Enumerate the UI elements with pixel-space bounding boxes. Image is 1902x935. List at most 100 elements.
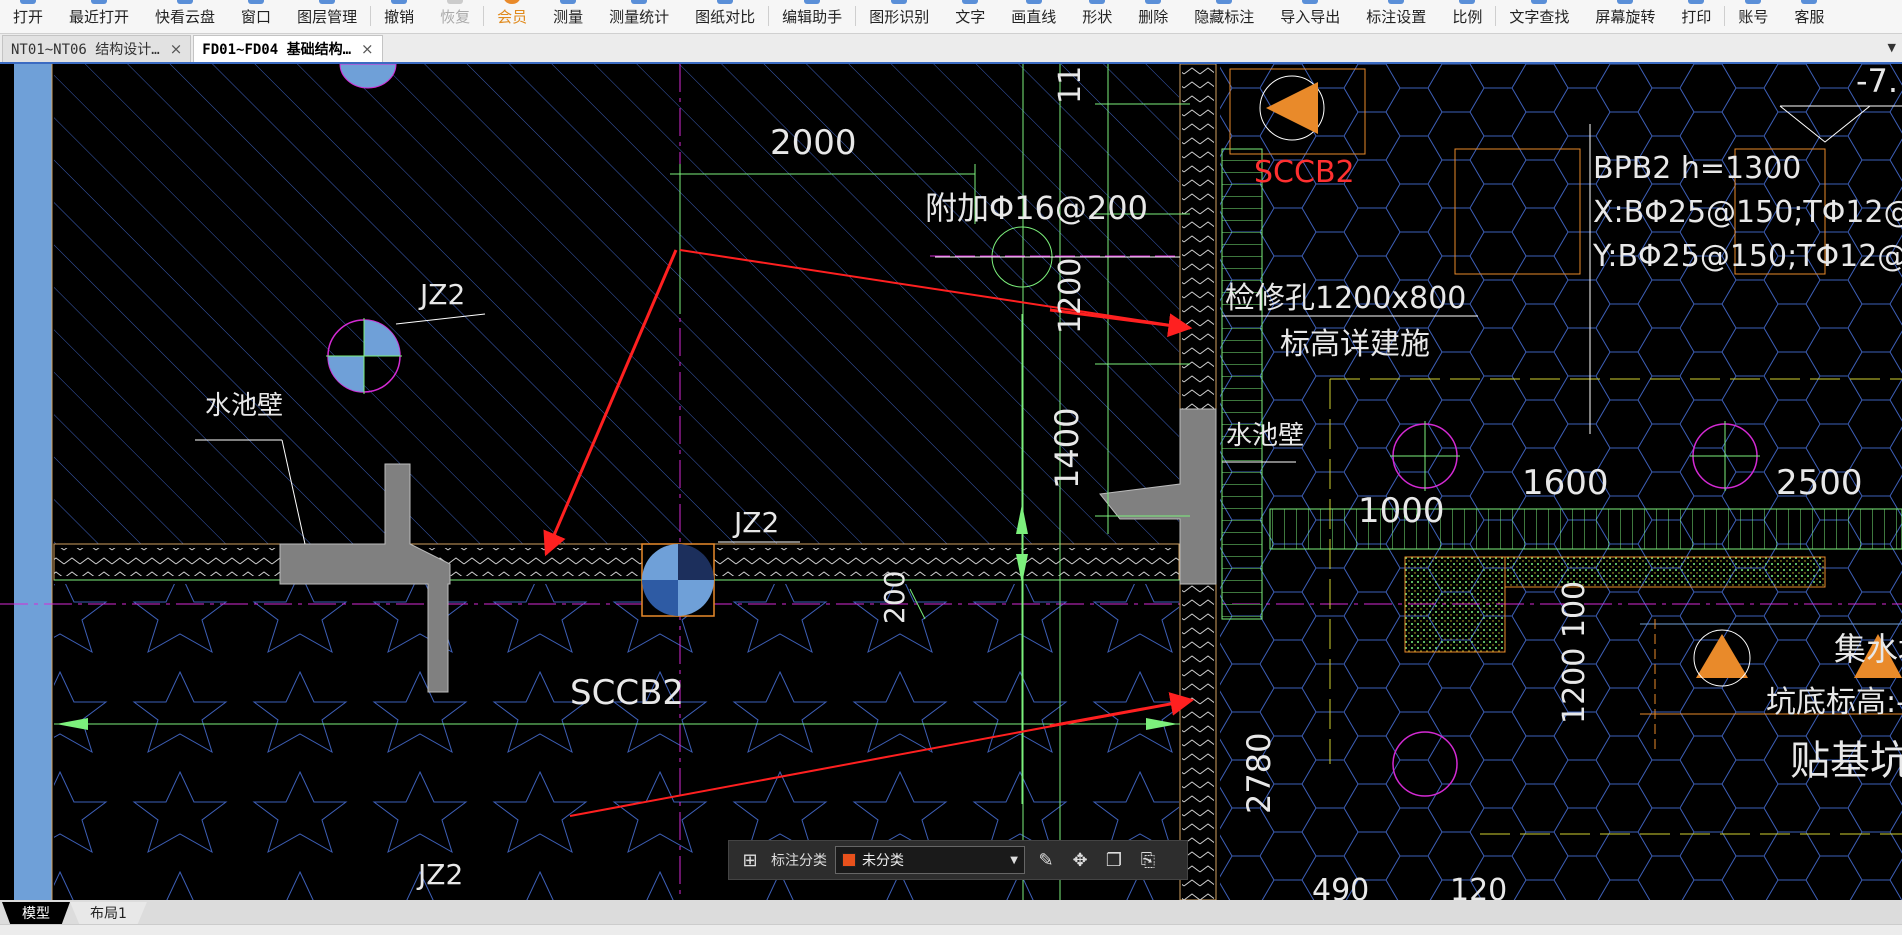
sump-elevation-note: 坑底标高:-9. [1766, 685, 1902, 720]
toolbar-shape-recognize-button[interactable]: 图形识别 [856, 0, 942, 33]
dim-2500-label: 2500 [1776, 463, 1863, 503]
move-icon[interactable]: ✥ [1067, 847, 1093, 873]
rebar-addition-note: 附加Φ16@200 [925, 189, 1148, 227]
toolbar-measure-stats-button[interactable]: 测量统计 [596, 0, 682, 33]
toolbar-print-button[interactable]: 打印 [1668, 0, 1724, 33]
annotation-category-panel: ⊞ 标注分类 未分类 ▼ ✎ ✥ ❐ ⎘ [728, 840, 1188, 880]
toolbar-label: 账号 [1738, 8, 1769, 26]
tab-layout1[interactable]: 布局1 [70, 902, 147, 924]
close-icon[interactable]: × [170, 40, 183, 58]
inspection-hole-hatch [1221, 148, 1263, 620]
edit-annotation-icon[interactable]: ✎ [1033, 847, 1059, 873]
text-icon [962, 0, 979, 4]
toolbar-label: 标注设置 [1366, 8, 1427, 26]
toolbar-label: 屏幕旋转 [1595, 8, 1656, 26]
toolbar-line-button[interactable]: 画直线 [998, 0, 1069, 33]
dim-490-label: 490 [1312, 873, 1369, 900]
jz2-label-upper: JZ2 [418, 278, 465, 311]
toolbar-support-button[interactable]: 客服 [1781, 0, 1837, 33]
toolbar-delete-button[interactable]: 删除 [1125, 0, 1181, 33]
cad-drawing-canvas[interactable]: 2000 附加Φ16@200 JZ2 JZ2 JZ2 水池壁 水池壁 SCCB2… [0, 64, 1902, 900]
hatch-region-upper [54, 64, 1179, 544]
toolbar-undo-button[interactable]: 撤销 [371, 0, 427, 33]
toolbar-label: 文字查找 [1509, 8, 1570, 26]
toolbar-rotate-screen-button[interactable]: 屏幕旋转 [1582, 0, 1668, 33]
dim-110-label: 110 [1053, 64, 1088, 104]
toolbar-account-button[interactable]: 账号 [1725, 0, 1781, 33]
left-column-fill [14, 64, 52, 900]
toolbar-label: 形状 [1082, 8, 1113, 26]
toolbar-label: 图纸对比 [695, 8, 756, 26]
tab-model[interactable]: 模型 [2, 902, 70, 924]
delete-icon [1145, 0, 1162, 4]
import-export-icon [1302, 0, 1319, 4]
layout-tab-strip: 模型 布局1 [0, 900, 1902, 924]
sccb2-label: SCCB2 [570, 673, 684, 713]
dim-1200-100-label: 1200 100 [1557, 581, 1592, 724]
shape-icon [1089, 0, 1106, 4]
cad-drawing[interactable]: 2000 附加Φ16@200 JZ2 JZ2 JZ2 水池壁 水池壁 SCCB2… [0, 64, 1902, 900]
undo-icon [391, 0, 408, 4]
hide-annotation-icon [1216, 0, 1233, 4]
paste-note: 贴基坑 [1790, 738, 1902, 784]
annotation-category-select[interactable]: 未分类 ▼ [835, 846, 1025, 874]
toolbar-window-button[interactable]: 窗口 [228, 0, 284, 33]
tab-nt01-nt06[interactable]: NT01~NT06 结构设计… × [2, 35, 192, 62]
toolbar-text-search-button[interactable]: 文字查找 [1496, 0, 1582, 33]
elevation-top-label: -7. [1856, 64, 1898, 100]
toolbar-text-button[interactable]: 文字 [942, 0, 998, 33]
edit-assistant-icon [804, 0, 821, 4]
rebar-x-note: X:BΦ25@150;TΦ12@300(附加 [1593, 195, 1902, 230]
layers-icon [319, 0, 336, 4]
toolbar-label: 打印 [1681, 8, 1712, 26]
toolbar-label: 测量统计 [609, 8, 670, 26]
cloud-icon [177, 0, 194, 4]
annotation-settings-icon [1388, 0, 1405, 4]
toolbar-vip-button[interactable]: 会员 [484, 0, 540, 33]
toolbar-ruler-button[interactable]: 测量 [540, 0, 596, 33]
toolbar-layers-button[interactable]: 图层管理 [284, 0, 370, 33]
paste-icon[interactable]: ⎘ [1135, 847, 1161, 873]
sccb2-label-red: SCCB2 [1254, 155, 1355, 190]
toolbar-scale-button[interactable]: 比例 [1439, 0, 1495, 33]
toolbar-redo-button[interactable]: 恢复 [427, 0, 483, 33]
toolbar-hide-annotation-button[interactable]: 隐藏标注 [1181, 0, 1267, 33]
toolbar-import-export-button[interactable]: 导入导出 [1267, 0, 1353, 33]
toolbar-label: 比例 [1452, 8, 1483, 26]
document-tab-strip: NT01~NT06 结构设计… × FD01~FD04 基础结构… × ▼ [0, 34, 1902, 64]
print-icon [1688, 0, 1705, 4]
toolbar-folder-open-button[interactable]: 打开 [0, 0, 56, 33]
toolbar-label: 文字 [955, 8, 986, 26]
toolbar-label: 图层管理 [297, 8, 358, 26]
toolbar-label: 撤销 [384, 8, 415, 26]
toolbar-compare-button[interactable]: 图纸对比 [682, 0, 768, 33]
dim-120-label: 120 [1450, 873, 1507, 900]
annotation-category-value: 未分类 [862, 853, 904, 869]
history-icon [91, 0, 108, 4]
compare-icon [717, 0, 734, 4]
close-icon[interactable]: × [361, 40, 374, 58]
grid-menu-icon[interactable]: ⊞ [737, 847, 763, 873]
ruler-icon [560, 0, 577, 4]
toolbar-edit-assistant-button[interactable]: 编辑助手 [769, 0, 855, 33]
jz2-label-middle: JZ2 [732, 506, 779, 539]
dim-2000-label: 2000 [770, 123, 857, 163]
concrete-dotted-area [1404, 556, 1506, 653]
toolbar-label: 编辑助手 [782, 8, 843, 26]
toolbar-label: 会员 [497, 8, 528, 26]
toolbar-label: 隐藏标注 [1194, 8, 1255, 26]
tab-label: NT01~NT06 结构设计… [11, 42, 160, 58]
measure-stats-icon [631, 0, 648, 4]
elevation-note: 标高详建施 [1280, 327, 1430, 362]
toolbar-shape-button[interactable]: 形状 [1069, 0, 1125, 33]
toolbar-cloud-button[interactable]: 快看云盘 [142, 0, 228, 33]
folder-open-icon [20, 0, 36, 4]
vip-icon [504, 0, 521, 4]
tab-fd01-fd04[interactable]: FD01~FD04 基础结构… × [193, 35, 383, 62]
tab-menu-chevron-down-icon[interactable]: ▼ [1888, 41, 1896, 54]
toolbar-label: 导入导出 [1280, 8, 1341, 26]
text-search-icon [1531, 0, 1548, 4]
copy-icon[interactable]: ❐ [1101, 847, 1127, 873]
toolbar-annotation-settings-button[interactable]: 标注设置 [1353, 0, 1439, 33]
toolbar-history-button[interactable]: 最近打开 [56, 0, 142, 33]
